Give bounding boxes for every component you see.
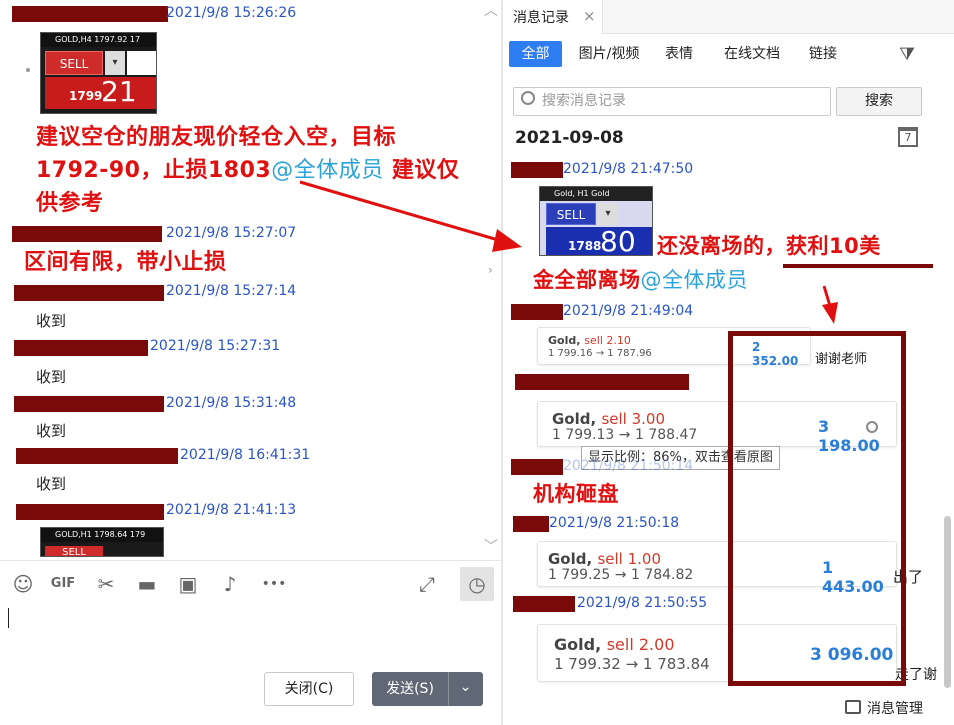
arrow-line-to-history: [299, 180, 506, 244]
arrow-head-to-box: [822, 302, 838, 324]
arrow-head-to-history: [492, 229, 522, 252]
arrow-line-to-box: [822, 285, 832, 307]
annotation-arrows: [299, 180, 838, 324]
